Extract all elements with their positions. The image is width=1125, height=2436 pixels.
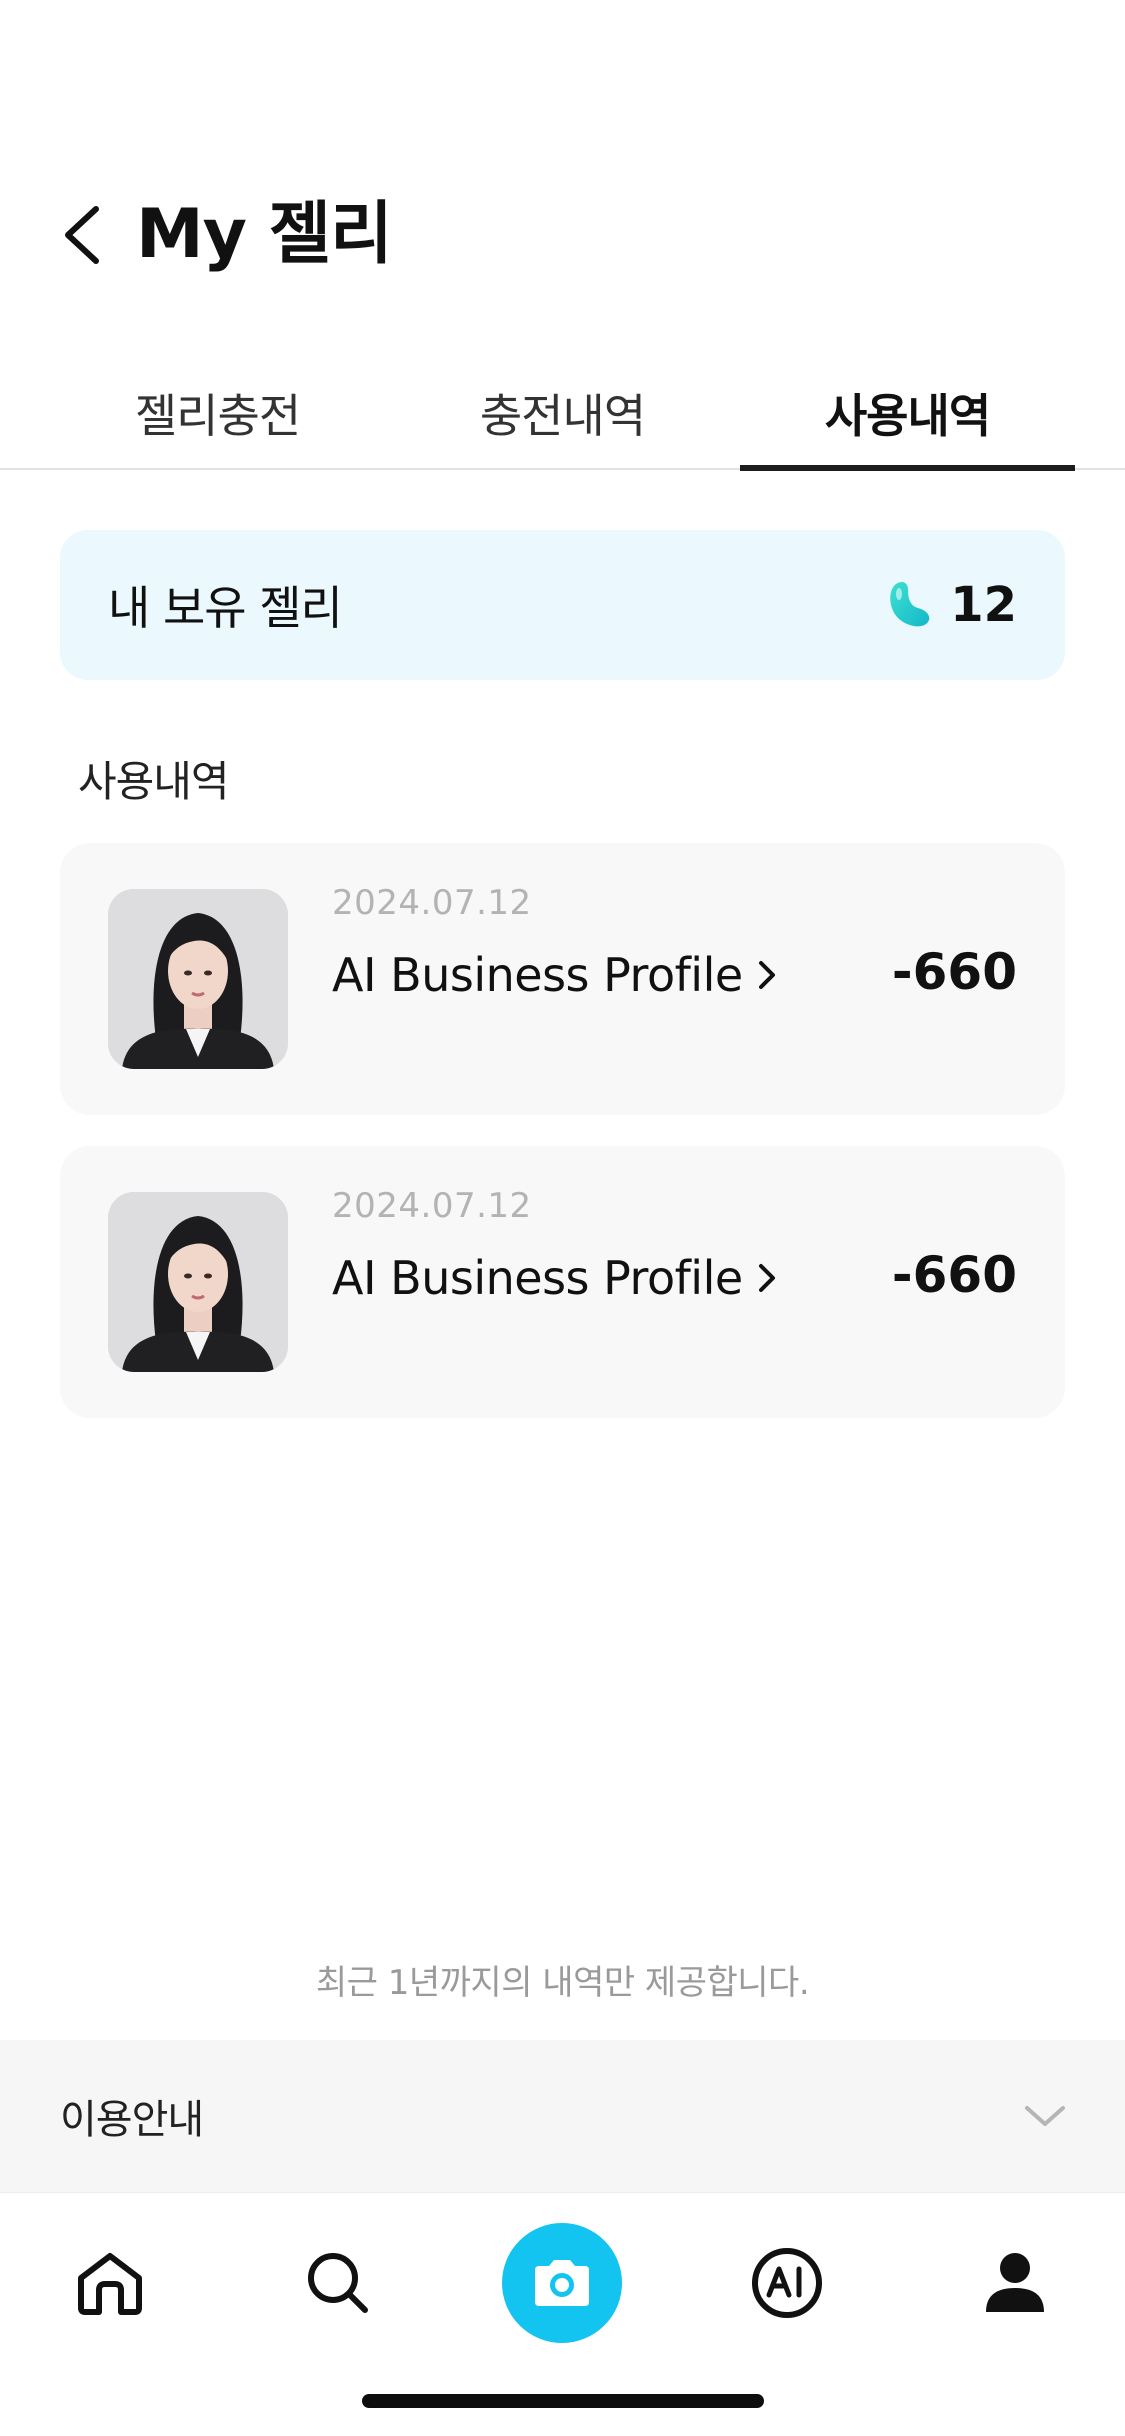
usage-guide-accordion[interactable]: 이용안내 (0, 2040, 1125, 2192)
tab-bar: 젤리충전 충전내역 사용내역 (0, 355, 1125, 471)
nav-camera[interactable] (502, 2223, 622, 2343)
profile-icon (986, 2253, 1044, 2312)
chevron-right-icon (758, 1264, 775, 1292)
nav-ai[interactable] (727, 2223, 847, 2343)
ai-icon (752, 2248, 822, 2318)
tab-charge-history[interactable]: 충전내역 (395, 355, 730, 470)
usage-history-item[interactable]: 2024.07.12 AI Business Profile -660 (60, 843, 1065, 1115)
section-title: 사용내역 (78, 757, 230, 806)
page-title: My 젤리 (136, 195, 393, 274)
history-notice: 최근 1년까지의 내역만 제공합니다. (315, 1963, 810, 2003)
jelly-balance-card: 내 보유 젤리 12 (60, 530, 1065, 680)
chevron-down-icon (1017, 2088, 1073, 2144)
profile-thumbnail (108, 889, 288, 1069)
nav-profile[interactable] (955, 2223, 1075, 2343)
my-jelly-page: My 젤리 젤리충전 충전내역 사용내역 내 보유 젤리 12 사용내역 202… (0, 0, 1125, 2436)
tab-jelly-charge[interactable]: 젤리충전 (50, 355, 385, 470)
active-tab-indicator (740, 465, 1075, 471)
nav-search[interactable] (278, 2223, 398, 2343)
usage-item-title-text: AI Business Profile (332, 1251, 743, 1305)
usage-item-title[interactable]: AI Business Profile (332, 1251, 777, 1305)
header: My 젤리 (0, 180, 1125, 290)
usage-amount: -660 (891, 1246, 1017, 1304)
home-indicator (362, 2394, 764, 2408)
tab-usage-history[interactable]: 사용내역 (740, 355, 1075, 470)
guide-label: 이용안내 (60, 2097, 204, 2143)
usage-item-title-text: AI Business Profile (332, 948, 743, 1002)
balance-amount: 12 (886, 530, 1017, 680)
usage-item-title[interactable]: AI Business Profile (332, 948, 777, 1002)
usage-history-item[interactable]: 2024.07.12 AI Business Profile -660 (60, 1146, 1065, 1418)
balance-label: 내 보유 젤리 (108, 581, 343, 635)
jelly-bean-icon (890, 582, 930, 627)
usage-date: 2024.07.12 (332, 1186, 532, 1226)
nav-home[interactable] (50, 2223, 170, 2343)
usage-date: 2024.07.12 (332, 883, 532, 923)
camera-icon (535, 2260, 589, 2306)
search-icon (308, 2253, 368, 2313)
chevron-right-icon (758, 961, 775, 989)
balance-value: 12 (950, 577, 1017, 633)
chevron-left-icon (65, 206, 99, 264)
back-button[interactable] (52, 200, 112, 270)
camera-button (502, 2223, 622, 2343)
profile-thumbnail (108, 1192, 288, 1372)
usage-amount: -660 (891, 943, 1017, 1001)
home-icon (78, 2253, 142, 2315)
